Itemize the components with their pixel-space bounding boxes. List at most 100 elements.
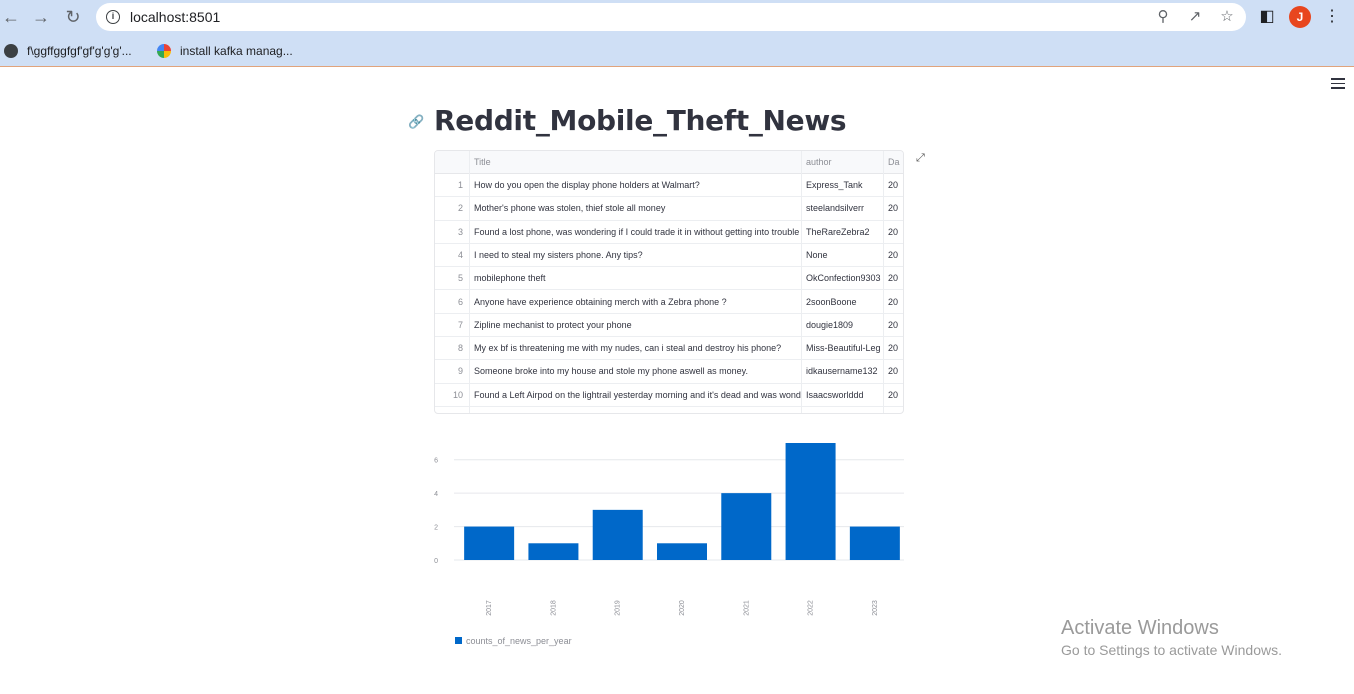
share-icon[interactable]: ↗ bbox=[1185, 7, 1205, 27]
cell-date[interactable]: 20 bbox=[883, 244, 903, 266]
cell-title[interactable]: Zipline mechanist to protect your phone bbox=[469, 314, 801, 336]
y-tick-label: 2 bbox=[434, 525, 438, 532]
bookmark-item[interactable]: f\ggffggfgf'gf'g'g'g'... bbox=[4, 41, 132, 61]
cell-date[interactable]: 20 bbox=[883, 291, 903, 313]
forward-icon[interactable]: → bbox=[30, 6, 52, 28]
x-tick-label: 2019 bbox=[615, 600, 622, 616]
activate-windows-subtitle: Go to Settings to activate Windows. bbox=[1061, 642, 1282, 658]
cell-date[interactable]: 20 bbox=[883, 267, 903, 289]
x-tick-label: 2020 bbox=[679, 600, 686, 616]
table-row[interactable]: 8 My ex bf is threatening me with my nude… bbox=[435, 337, 903, 361]
bar-2022[interactable] bbox=[785, 443, 836, 560]
cell-title[interactable]: Mother's phone was stolen, thief stole a… bbox=[469, 197, 801, 219]
y-tick-label: 6 bbox=[434, 458, 438, 465]
bookmarks-bar: f\ggffggfgf'gf'g'g'g'... install kafka m… bbox=[0, 35, 1354, 67]
cell-author[interactable]: OkConfection9303 bbox=[801, 267, 883, 289]
cell-title[interactable]: Found a lost phone, was wondering if I c… bbox=[469, 221, 801, 243]
cell-author[interactable]: steelandsilverr bbox=[801, 197, 883, 219]
row-index[interactable]: 8 bbox=[435, 337, 469, 359]
avatar[interactable]: J bbox=[1289, 6, 1311, 28]
cell-title[interactable]: How do you open the display phone holder… bbox=[469, 174, 801, 196]
row-index[interactable]: 6 bbox=[435, 291, 469, 313]
bar-2017[interactable] bbox=[464, 526, 515, 560]
cell-title[interactable]: Someone broke into my house and stole my… bbox=[469, 360, 801, 382]
cell-date[interactable]: 20 bbox=[883, 337, 903, 359]
page-title: Reddit_Mobile_Theft_News bbox=[434, 104, 847, 137]
bar-2023[interactable] bbox=[849, 526, 900, 560]
cell-author[interactable]: idkausername132 bbox=[801, 360, 883, 382]
bar-2018[interactable] bbox=[528, 543, 579, 560]
row-index[interactable]: 3 bbox=[435, 221, 469, 243]
side-panel-icon[interactable]: ◧ bbox=[1256, 6, 1278, 28]
x-tick-label: 2021 bbox=[743, 600, 750, 616]
row-index[interactable]: 2 bbox=[435, 197, 469, 219]
column-header-author[interactable]: author bbox=[801, 151, 883, 173]
reload-icon[interactable]: ↻ bbox=[62, 6, 84, 28]
cell-author[interactable]: Express_Tank bbox=[801, 174, 883, 196]
cell-author[interactable]: Isaacsworlddd bbox=[801, 384, 883, 406]
x-tick-label: 2018 bbox=[550, 600, 557, 616]
cell-date[interactable]: 20 bbox=[883, 197, 903, 219]
url-text[interactable]: localhost:8501 bbox=[130, 9, 220, 25]
cell-author[interactable]: dougie1809 bbox=[801, 314, 883, 336]
cell-title[interactable]: mobilephone theft bbox=[469, 267, 801, 289]
google-icon bbox=[157, 44, 171, 58]
app-menu-icon[interactable] bbox=[1331, 78, 1345, 90]
link-icon[interactable]: 🔗 bbox=[408, 115, 424, 129]
more-menu-icon[interactable]: ⋮ bbox=[1321, 6, 1343, 28]
legend-swatch bbox=[455, 637, 462, 644]
dataframe-header: Title author Da bbox=[435, 151, 903, 174]
row-index[interactable]: 1 bbox=[435, 174, 469, 196]
bookmark-star-icon[interactable]: ☆ bbox=[1217, 7, 1237, 27]
cell-date[interactable]: 20 bbox=[883, 221, 903, 243]
cell-author[interactable]: 2soonBoone bbox=[801, 291, 883, 313]
row-index[interactable]: 9 bbox=[435, 360, 469, 382]
column-header-date[interactable]: Da bbox=[883, 151, 903, 173]
browser-toolbar: ← → ↻ i localhost:8501 ⚲ ↗ ☆ ◧ J ⋮ bbox=[0, 0, 1354, 35]
globe-icon bbox=[4, 44, 18, 58]
cell-author[interactable]: TheRareZebra2 bbox=[801, 221, 883, 243]
cell-author[interactable]: Miss-Beautiful-Leg bbox=[801, 337, 883, 359]
site-info-icon[interactable]: i bbox=[106, 10, 120, 24]
bar-chart: 0 2 4 6 2017 2018 2019 2020 2021 2022 2023 bbox=[420, 430, 920, 660]
cell-title[interactable]: My ex bf is threatening me with my nudes… bbox=[469, 337, 801, 359]
cell-title[interactable]: I need to steal my sisters phone. Any ti… bbox=[469, 244, 801, 266]
cell-date[interactable]: 20 bbox=[883, 174, 903, 196]
row-index[interactable]: 5 bbox=[435, 267, 469, 289]
cell-date[interactable]: 20 bbox=[883, 360, 903, 382]
cell-date[interactable]: 20 bbox=[883, 384, 903, 406]
dataframe[interactable]: Title author Da 1 How do you open the dis… bbox=[434, 150, 904, 414]
address-bar[interactable]: i localhost:8501 ⚲ ↗ ☆ bbox=[96, 3, 1246, 31]
row-index[interactable]: 7 bbox=[435, 314, 469, 336]
row-index[interactable]: 4 bbox=[435, 244, 469, 266]
cell-title[interactable]: Anyone have experience obtaining merch w… bbox=[469, 291, 801, 313]
back-icon[interactable]: ← bbox=[0, 6, 22, 28]
table-row[interactable]: 4I need to steal my sisters phone. Any t… bbox=[435, 244, 903, 268]
x-tick-label: 2017 bbox=[486, 600, 493, 616]
table-row[interactable]: 7 Zipline mechanist to protect your phone… bbox=[435, 314, 903, 338]
fullscreen-expand-icon[interactable]: ⤢ bbox=[916, 152, 928, 164]
table-row[interactable]: 2 Mother's phone was stolen, thief stole … bbox=[435, 197, 903, 221]
table-row[interactable]: 3 Found a lost phone, was wondering if I … bbox=[435, 221, 903, 244]
row-index[interactable]: 10 bbox=[435, 384, 469, 406]
cell-author[interactable]: None bbox=[801, 244, 883, 266]
bar-2020[interactable] bbox=[657, 543, 707, 560]
cell-title[interactable]: Found a Left Airpod on the lightrail yes… bbox=[469, 384, 801, 406]
table-row[interactable]: 1 How do you open the display phone holde… bbox=[435, 174, 903, 198]
x-tick-label: 2023 bbox=[872, 600, 879, 616]
bar-chart-svg: 0 2 4 6 2017 2018 2019 2020 2021 2022 2023 bbox=[434, 443, 904, 616]
bar-2019[interactable] bbox=[592, 509, 643, 560]
legend-label: counts_of_news_per_year bbox=[466, 636, 572, 646]
chart-legend: counts_of_news_per_year bbox=[455, 636, 572, 646]
zoom-icon[interactable]: ⚲ bbox=[1153, 7, 1173, 27]
table-row[interactable]: 5 mobilephone theft OkConfection9303 20 bbox=[435, 267, 903, 291]
table-row[interactable]: 10 Found a Left Airpod on the lightrail y… bbox=[435, 384, 903, 407]
table-row[interactable]: 9 Someone broke into my house and stole m… bbox=[435, 360, 903, 384]
x-tick-label: 2022 bbox=[808, 600, 815, 616]
bookmark-item[interactable]: install kafka manag... bbox=[157, 41, 293, 61]
activate-windows-title: Activate Windows bbox=[1061, 617, 1219, 639]
column-header-title[interactable]: Title bbox=[469, 151, 801, 173]
table-row[interactable]: 6 Anyone have experience obtaining merch … bbox=[435, 291, 903, 314]
cell-date[interactable]: 20 bbox=[883, 314, 903, 336]
bar-2021[interactable] bbox=[721, 493, 772, 560]
